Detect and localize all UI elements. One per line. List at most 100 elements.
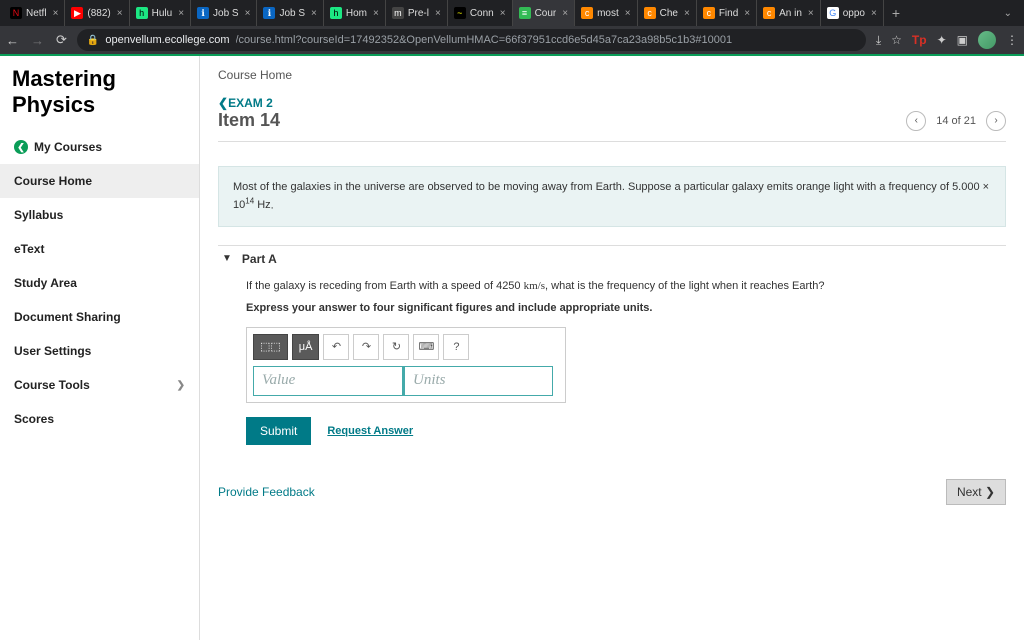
tab-close-icon[interactable]: × — [744, 8, 750, 19]
undo-button[interactable]: ↶ — [323, 334, 349, 360]
browser-tab[interactable]: cAn in× — [757, 0, 821, 26]
browser-tab[interactable]: hHom× — [324, 0, 386, 26]
sidebar-item-document-sharing[interactable]: Document Sharing — [0, 300, 199, 334]
lock-icon: 🔒 — [87, 35, 99, 46]
chevron-right-icon: ❯ — [177, 380, 185, 391]
exam-back-link[interactable]: ❮EXAM 2 — [218, 96, 1006, 110]
tab-title: Cour — [535, 8, 557, 19]
browser-tab[interactable]: ℹJob S× — [191, 0, 257, 26]
brand-title: Mastering Physics — [0, 56, 199, 130]
redo-button[interactable]: ↷ — [353, 334, 379, 360]
tab-favicon: h — [136, 7, 148, 19]
breadcrumb: Course Home — [218, 64, 1006, 96]
tab-close-icon[interactable]: × — [808, 8, 814, 19]
browser-tab[interactable]: cFind× — [697, 0, 757, 26]
sidebar-item-course-home[interactable]: Course Home — [0, 164, 199, 198]
tab-favicon: c — [644, 7, 656, 19]
reset-button[interactable]: ↻ — [383, 334, 409, 360]
collapse-icon[interactable]: ▼ — [222, 253, 232, 264]
nav-reload-icon[interactable]: ⟳ — [56, 32, 67, 48]
browser-tab[interactable]: cmost × — [575, 0, 638, 26]
browser-tab[interactable]: hHulu× — [130, 0, 191, 26]
sidebar-item-syllabus[interactable]: Syllabus — [0, 198, 199, 232]
tab-close-icon[interactable]: × — [435, 8, 441, 19]
url-box[interactable]: 🔒 openvellum.ecollege.com/course.html?co… — [77, 29, 866, 51]
pager-position: 14 of 21 — [936, 115, 976, 127]
tab-close-icon[interactable]: × — [117, 8, 123, 19]
tab-favicon: ℹ — [263, 7, 275, 19]
tab-close-icon[interactable]: × — [178, 8, 184, 19]
back-circle-icon: ❮ — [14, 140, 28, 154]
answer-box: ⬚⬚ μÅ ↶ ↷ ↻ ⌨ ? Value Units — [246, 327, 566, 403]
symbols-button[interactable]: μÅ — [292, 334, 320, 360]
help-button[interactable]: ? — [443, 334, 469, 360]
sidebar-item-label: Study Area — [14, 276, 77, 290]
menu-icon[interactable]: ⋮ — [1006, 33, 1018, 47]
panel-icon[interactable]: ▣ — [957, 33, 968, 47]
tab-title: Pre-l — [408, 8, 429, 19]
sidebar-item-label: Document Sharing — [14, 310, 121, 324]
bookmark-icon[interactable]: ☆ — [891, 33, 902, 47]
problem-context: Most of the galaxies in the universe are… — [218, 166, 1006, 227]
tab-close-icon[interactable]: × — [53, 8, 59, 19]
tab-close-icon[interactable]: × — [562, 8, 568, 19]
keyboard-button[interactable]: ⌨ — [413, 334, 439, 360]
item-pager: ‹ 14 of 21 › — [906, 111, 1006, 131]
sidebar-item-user-settings[interactable]: User Settings — [0, 334, 199, 368]
browser-tab[interactable]: Goppo× — [821, 0, 884, 26]
request-answer-link[interactable]: Request Answer — [327, 425, 413, 437]
sidebar-item-scores[interactable]: Scores — [0, 402, 199, 436]
tab-title: most — [597, 8, 619, 19]
item-title: Item 14 — [218, 110, 280, 131]
tab-close-icon[interactable]: × — [871, 8, 877, 19]
submit-button[interactable]: Submit — [246, 417, 311, 445]
browser-tabstrip: NNetfl×▶(882)×hHulu×ℹJob S×ℹJob S×hHom×m… — [0, 0, 1024, 26]
sidebar-item-course-tools[interactable]: Course Tools❯ — [0, 368, 199, 402]
tab-close-icon[interactable]: × — [373, 8, 379, 19]
units-input[interactable]: Units — [403, 366, 553, 396]
browser-tab[interactable]: NNetfl× — [4, 0, 65, 26]
profile-avatar[interactable] — [978, 31, 996, 49]
next-button[interactable]: Next ❯ — [946, 479, 1006, 505]
install-icon[interactable]: ⤓ — [876, 33, 881, 48]
provide-feedback-link[interactable]: Provide Feedback — [218, 485, 315, 499]
part-a-header[interactable]: ▼ Part A — [218, 245, 1006, 278]
tab-close-icon[interactable]: × — [684, 8, 690, 19]
tab-title: (882) — [87, 8, 110, 19]
url-path: /course.html?courseId=17492352&OpenVellu… — [236, 34, 733, 46]
sidebar-item-label: eText — [14, 242, 44, 256]
sidebar-item-study-area[interactable]: Study Area — [0, 266, 199, 300]
pager-next-button[interactable]: › — [986, 111, 1006, 131]
tab-favicon: c — [581, 7, 593, 19]
browser-tab[interactable]: cChe× — [638, 0, 697, 26]
browser-tab[interactable]: ℹJob S× — [257, 0, 323, 26]
extensions-icon[interactable]: ✦ — [937, 33, 947, 47]
browser-tab[interactable]: ≡Cour× — [513, 0, 576, 26]
tab-close-icon[interactable]: × — [625, 8, 631, 19]
answer-instruction: Express your answer to four significant … — [246, 300, 1006, 317]
browser-tab[interactable]: mPre-l× — [386, 0, 448, 26]
sidebar: Mastering Physics ❮ My Courses Course Ho… — [0, 56, 200, 640]
value-input[interactable]: Value — [253, 366, 403, 396]
nav-forward-icon[interactable]: → — [31, 33, 44, 48]
new-tab-button[interactable]: + — [884, 5, 908, 21]
sidebar-item-etext[interactable]: eText — [0, 232, 199, 266]
browser-tab[interactable]: ~Conn× — [448, 0, 513, 26]
extension-tp-icon[interactable]: Tp — [912, 33, 927, 47]
tab-close-icon[interactable]: × — [245, 8, 251, 19]
tab-title: Job S — [213, 8, 239, 19]
tabs-dropdown-icon[interactable]: ⌄ — [996, 8, 1020, 19]
browser-tab[interactable]: ▶(882)× — [65, 0, 129, 26]
sidebar-my-courses[interactable]: ❮ My Courses — [0, 130, 199, 164]
templates-button[interactable]: ⬚⬚ — [253, 334, 288, 360]
tab-close-icon[interactable]: × — [500, 8, 506, 19]
tab-favicon: N — [10, 7, 22, 19]
equation-toolbar: ⬚⬚ μÅ ↶ ↷ ↻ ⌨ ? — [253, 334, 559, 360]
browser-address-bar: ← → ⟳ 🔒 openvellum.ecollege.com/course.h… — [0, 26, 1024, 56]
question-text: If the galaxy is receding from Earth wit… — [246, 278, 1006, 295]
sidebar-item-label: Syllabus — [14, 208, 63, 222]
tab-close-icon[interactable]: × — [311, 8, 317, 19]
tab-favicon: c — [703, 7, 715, 19]
pager-prev-button[interactable]: ‹ — [906, 111, 926, 131]
nav-back-icon[interactable]: ← — [6, 33, 19, 48]
